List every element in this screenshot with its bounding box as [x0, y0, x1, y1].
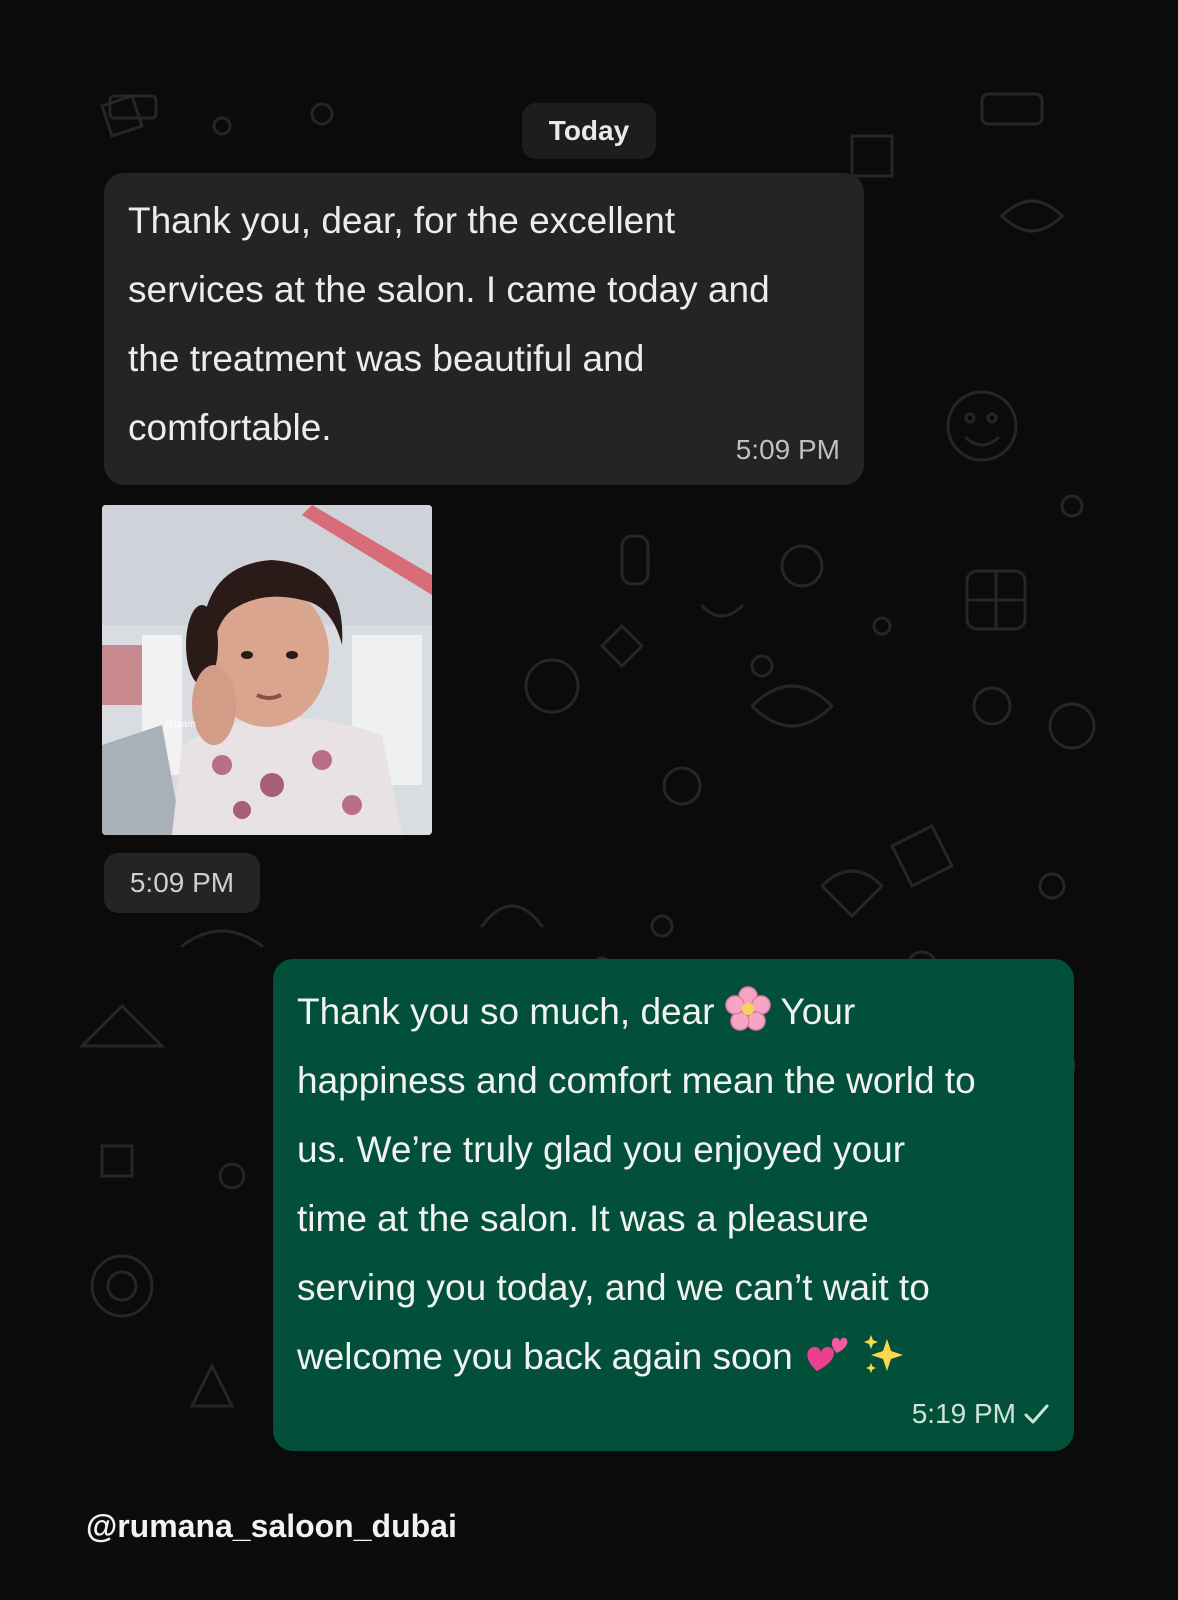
message-line: welcome you back again soon — [297, 1322, 1052, 1391]
outgoing-message-bubble[interactable]: Thank you so much, dear Your happiness a… — [273, 959, 1074, 1451]
message-line: Thank you so much, dear Your — [297, 977, 1052, 1046]
girl-gesture-photo: @laam — [102, 505, 432, 835]
screenshot-frame: Today Thank you, dear, for the excellent… — [0, 0, 1178, 1600]
image-message[interactable]: @laam — [102, 505, 432, 835]
message-timestamp: 5:09 PM — [104, 853, 260, 913]
message-text-segment: welcome you back again soon — [297, 1336, 793, 1377]
message-line: services at the salon. I came today and — [128, 269, 770, 310]
message-text-segment: Your — [780, 991, 856, 1032]
message-line: us. We’re truly glad you enjoyed your — [297, 1129, 906, 1170]
message-timestamp: 5:19 PM — [911, 1398, 1016, 1429]
message-status: 5:19 PM — [912, 1397, 1050, 1431]
svg-text:@laam: @laam — [164, 719, 196, 730]
message-line: time at the salon. It was a pleasure — [297, 1198, 869, 1239]
message-line: serving you today, and we can’t wait to — [297, 1267, 930, 1308]
message-timestamp: 5:09 PM — [735, 434, 840, 465]
message-line: the treatment was beautiful and — [128, 338, 645, 379]
message-line: Thank you, dear, for the excellent — [128, 200, 676, 241]
two-hearts-icon — [807, 1337, 848, 1371]
message-text-segment: Thank you so much, dear — [297, 991, 715, 1032]
instagram-handle: @rumana_saloon_dubai — [86, 1508, 457, 1544]
message-line: happiness and comfort mean the world to — [297, 1060, 976, 1101]
date-separator: Today — [522, 103, 656, 159]
check-icon — [1024, 1404, 1049, 1424]
cherry-blossom-icon — [725, 986, 771, 1031]
sparkles-icon — [864, 1335, 904, 1373]
incoming-message-bubble[interactable]: Thank you, dear, for the excellent servi… — [104, 173, 864, 485]
